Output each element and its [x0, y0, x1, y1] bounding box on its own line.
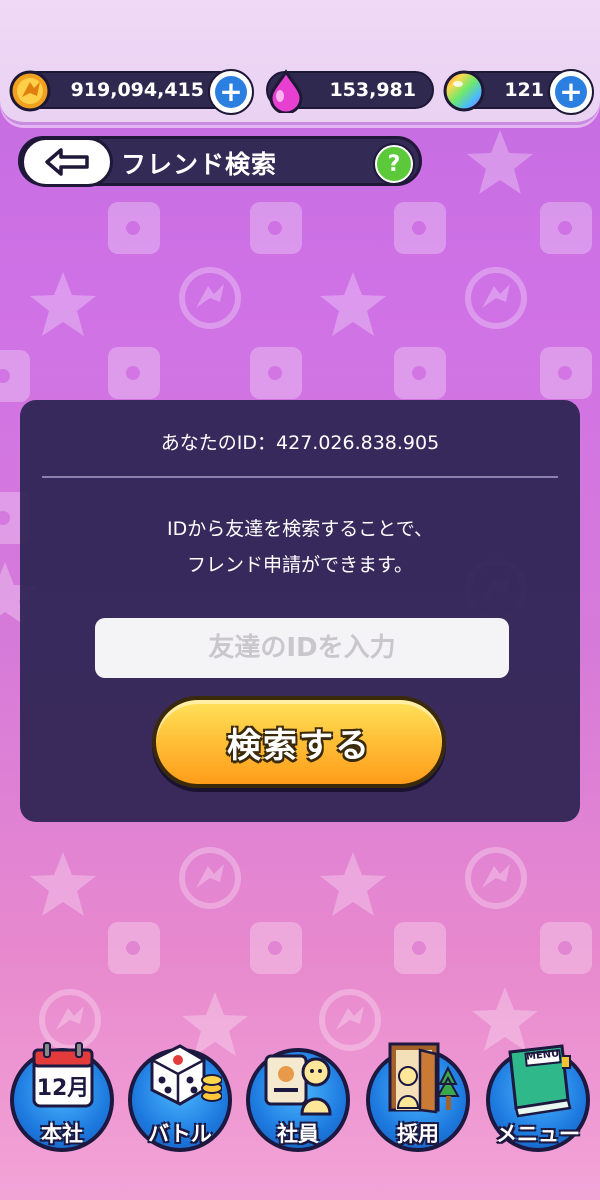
- nav-item-menu[interactable]: MENU メニュー: [482, 1038, 594, 1152]
- dice-icon: [138, 1038, 223, 1122]
- gem-icon: [264, 69, 308, 113]
- coin-icon: [8, 69, 52, 113]
- help-button[interactable]: ?: [375, 145, 413, 183]
- coin-value: 919,094,415: [70, 79, 204, 101]
- status-bar: 919,094,415 + 153,981 121 +: [0, 0, 600, 125]
- search-button-label: 検索する: [227, 725, 371, 766]
- nav-label-headquarters: 本社: [41, 1122, 83, 1146]
- nav-item-headquarters[interactable]: 12月 本社: [6, 1038, 118, 1152]
- description-line-2: フレンド申請ができます。: [186, 554, 414, 576]
- nav-label-recruit: 採用: [397, 1122, 439, 1146]
- rainbow-orb-icon: [442, 69, 486, 113]
- orb-value: 121: [504, 79, 544, 101]
- door-icon: [376, 1038, 460, 1122]
- nav-label-employees: 社員: [277, 1122, 319, 1146]
- divider: [42, 476, 558, 478]
- nav-label-menu: メニュー: [496, 1122, 580, 1146]
- nav-item-recruit[interactable]: 採用: [362, 1038, 474, 1152]
- description: IDから友達を検索することで、 フレンド申請ができます。: [20, 511, 580, 583]
- title-bar: フレンド検索 ?: [18, 136, 422, 187]
- nav-label-battle: バトル: [148, 1122, 212, 1146]
- friend-id-input[interactable]: [95, 618, 509, 678]
- menu-book-icon: MENU: [496, 1038, 580, 1122]
- add-coins-button[interactable]: +: [208, 69, 254, 115]
- search-button[interactable]: 検索する: [152, 696, 446, 788]
- back-arrow-icon: [45, 148, 89, 176]
- plus-icon: +: [215, 76, 247, 108]
- nav-item-employees[interactable]: 社員: [242, 1038, 354, 1152]
- friend-search-panel: あなたのID：427.026.838.905 IDから友達を検索することで、 フ…: [20, 400, 580, 822]
- calendar-icon: 12月: [20, 1038, 104, 1122]
- question-icon: ?: [387, 151, 401, 177]
- add-orbs-button[interactable]: +: [548, 69, 594, 115]
- plus-icon: +: [555, 76, 587, 108]
- bottom-nav: 12月 本社 バトル 社員 採用 MENU メニュー: [0, 1038, 600, 1200]
- description-line-1: IDから友達を検索することで、: [167, 518, 433, 540]
- gem-value: 153,981: [329, 79, 416, 101]
- id-card-icon: [256, 1038, 340, 1122]
- orb-counter: 121 +: [443, 69, 594, 115]
- calendar-text: 12月: [36, 1076, 90, 1101]
- coin-counter: 919,094,415 +: [9, 69, 254, 115]
- gem-counter: 153,981: [266, 69, 434, 113]
- your-id-label: あなたのID：427.026.838.905: [160, 432, 440, 454]
- nav-item-battle[interactable]: バトル: [124, 1038, 236, 1152]
- back-button[interactable]: [21, 137, 113, 187]
- page-title: フレンド検索: [121, 150, 278, 179]
